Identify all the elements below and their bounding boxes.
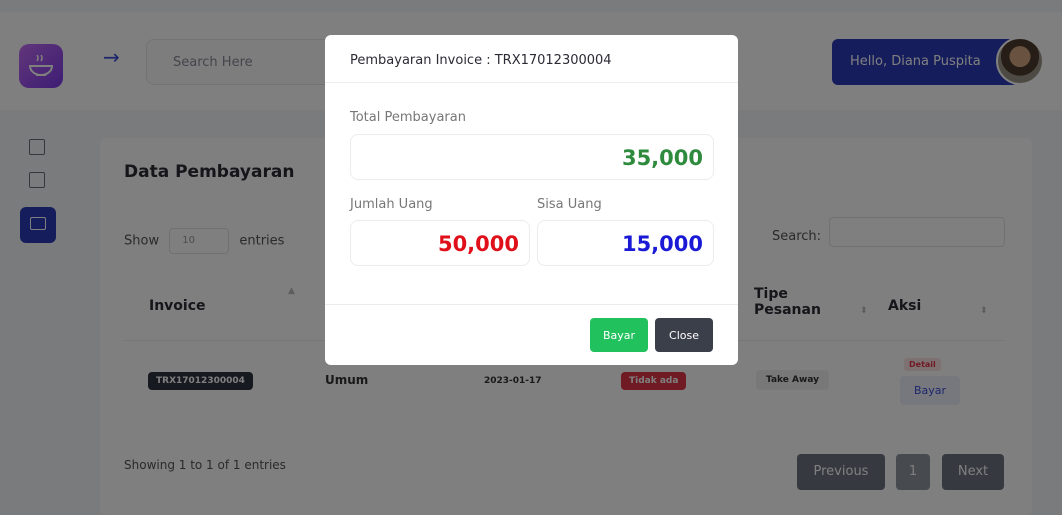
total-field: 35,000 <box>350 134 714 180</box>
jumlah-label: Jumlah Uang <box>350 197 433 212</box>
jumlah-uang-input[interactable]: 50,000 <box>350 220 530 266</box>
bayar-button[interactable]: Bayar <box>590 318 648 352</box>
payment-modal: Pembayaran Invoice : TRX17012300004 Tota… <box>325 35 738 365</box>
sisa-uang-field: 15,000 <box>537 220 714 266</box>
modal-title: Pembayaran Invoice : TRX17012300004 <box>325 35 738 83</box>
modal-footer-divider <box>325 304 738 305</box>
close-button[interactable]: Close <box>655 318 713 352</box>
total-label: Total Pembayaran <box>350 110 466 125</box>
sisa-label: Sisa Uang <box>537 197 602 212</box>
